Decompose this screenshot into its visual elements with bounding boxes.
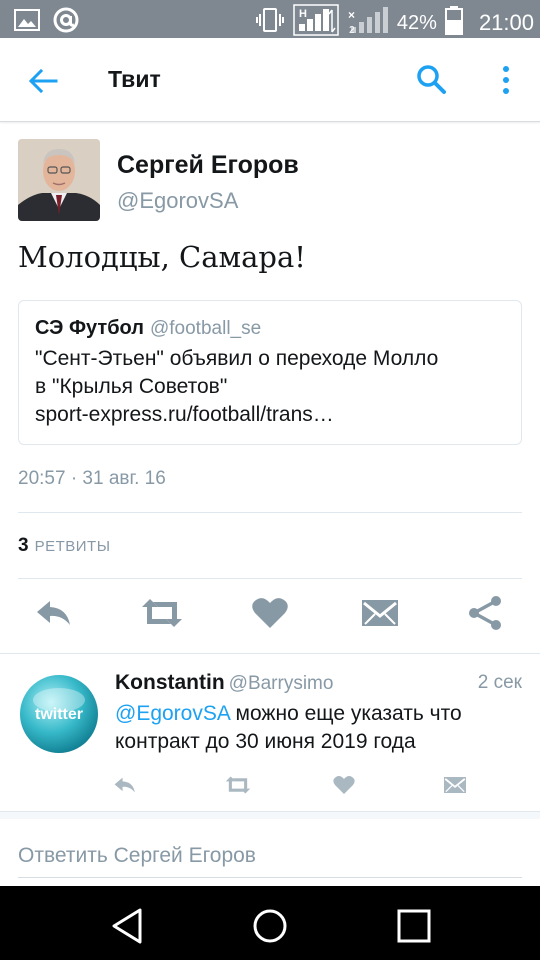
page-title: Твит <box>108 66 161 92</box>
svg-text:×: × <box>348 8 355 22</box>
reply-actions <box>0 774 540 804</box>
at-icon <box>52 6 80 39</box>
mention-link[interactable]: @EgorovSA <box>115 702 230 725</box>
divider <box>18 512 522 513</box>
nav-home-icon[interactable] <box>250 906 290 946</box>
reply-author-name: Konstantin <box>115 671 225 694</box>
message-icon[interactable] <box>442 774 472 800</box>
reply-text: @EgorovSA можно еще указать что контракт… <box>115 700 525 756</box>
back-arrow-icon[interactable] <box>26 64 60 98</box>
reply-text-part: можно еще указать что <box>229 702 462 725</box>
reply-author[interactable]: Konstantin @Barrysimo <box>115 671 333 695</box>
image-icon <box>14 8 40 37</box>
tweet-text: Молодцы, Самара! <box>18 240 306 274</box>
reply-tweet[interactable]: twitter Konstantin @Barrysimo 2 сек @Egor… <box>0 653 540 811</box>
reply-time: 2 сек <box>477 672 522 693</box>
quoted-text-line: "Сент-Этьен" объявил о переходе Молло <box>35 347 439 370</box>
quoted-tweet-card[interactable]: СЭ Футбол @football_se "Сент-Этьен" объяв… <box>18 300 522 445</box>
reply-input-placeholder: Ответить Сергей Егоров <box>18 843 256 867</box>
section-divider <box>0 811 540 819</box>
twitter-logo-text: twitter <box>35 706 83 723</box>
reply-input[interactable]: Ответить Сергей Егоров <box>18 834 522 878</box>
quoted-text-line: в "Крылья Советов" <box>35 375 228 398</box>
system-nav-bar <box>0 886 540 960</box>
tweet-timestamp: 20:57 · 31 авг. 16 <box>18 468 166 489</box>
signal-2-icon: × 2 <box>347 5 389 41</box>
retweet-count: 3 <box>18 535 29 556</box>
battery-percent: 42% <box>396 11 437 34</box>
svg-text:H: H <box>299 8 307 20</box>
reply-author-handle: @Barrysimo <box>228 673 334 694</box>
tweet-actions <box>0 595 540 651</box>
reply-icon[interactable] <box>112 774 142 800</box>
retweet-icon[interactable] <box>224 774 254 800</box>
status-time: 21:00 <box>478 10 534 35</box>
message-icon[interactable] <box>360 595 404 639</box>
quoted-link[interactable]: sport-express.ru/football/trans… <box>35 403 334 427</box>
status-bar: H × 2 42% 21:00 <box>0 0 540 38</box>
author-handle[interactable]: @EgorovSA <box>117 188 238 214</box>
author-avatar[interactable] <box>18 139 100 221</box>
signal-h-icon: H <box>293 4 339 42</box>
reply-icon[interactable] <box>34 595 78 639</box>
quoted-author-name: СЭ Футбол <box>35 317 144 339</box>
search-icon[interactable] <box>415 63 447 95</box>
retweet-stats[interactable]: 3 РЕТВИТЫ <box>18 535 110 557</box>
divider <box>18 578 522 579</box>
nav-back-icon[interactable] <box>108 906 148 946</box>
svg-text:2: 2 <box>349 25 355 35</box>
retweet-label: РЕТВИТЫ <box>34 538 111 555</box>
reply-text-part: контракт до 30 июня 2019 года <box>115 730 416 753</box>
app-bar: Твит <box>0 38 540 122</box>
quoted-author: СЭ Футбол @football_se <box>35 317 261 340</box>
like-icon[interactable] <box>250 595 294 639</box>
battery-icon <box>444 5 463 41</box>
author-name[interactable]: Сергей Егоров <box>117 151 299 180</box>
reply-author-avatar[interactable]: twitter <box>19 674 99 754</box>
quoted-author-handle: @football_se <box>149 318 262 339</box>
like-icon[interactable] <box>332 774 362 800</box>
more-vertical-icon[interactable] <box>496 64 516 96</box>
vibrate-icon <box>255 6 285 40</box>
share-icon[interactable] <box>466 595 510 639</box>
retweet-icon[interactable] <box>140 595 184 639</box>
nav-recents-icon[interactable] <box>394 906 434 946</box>
